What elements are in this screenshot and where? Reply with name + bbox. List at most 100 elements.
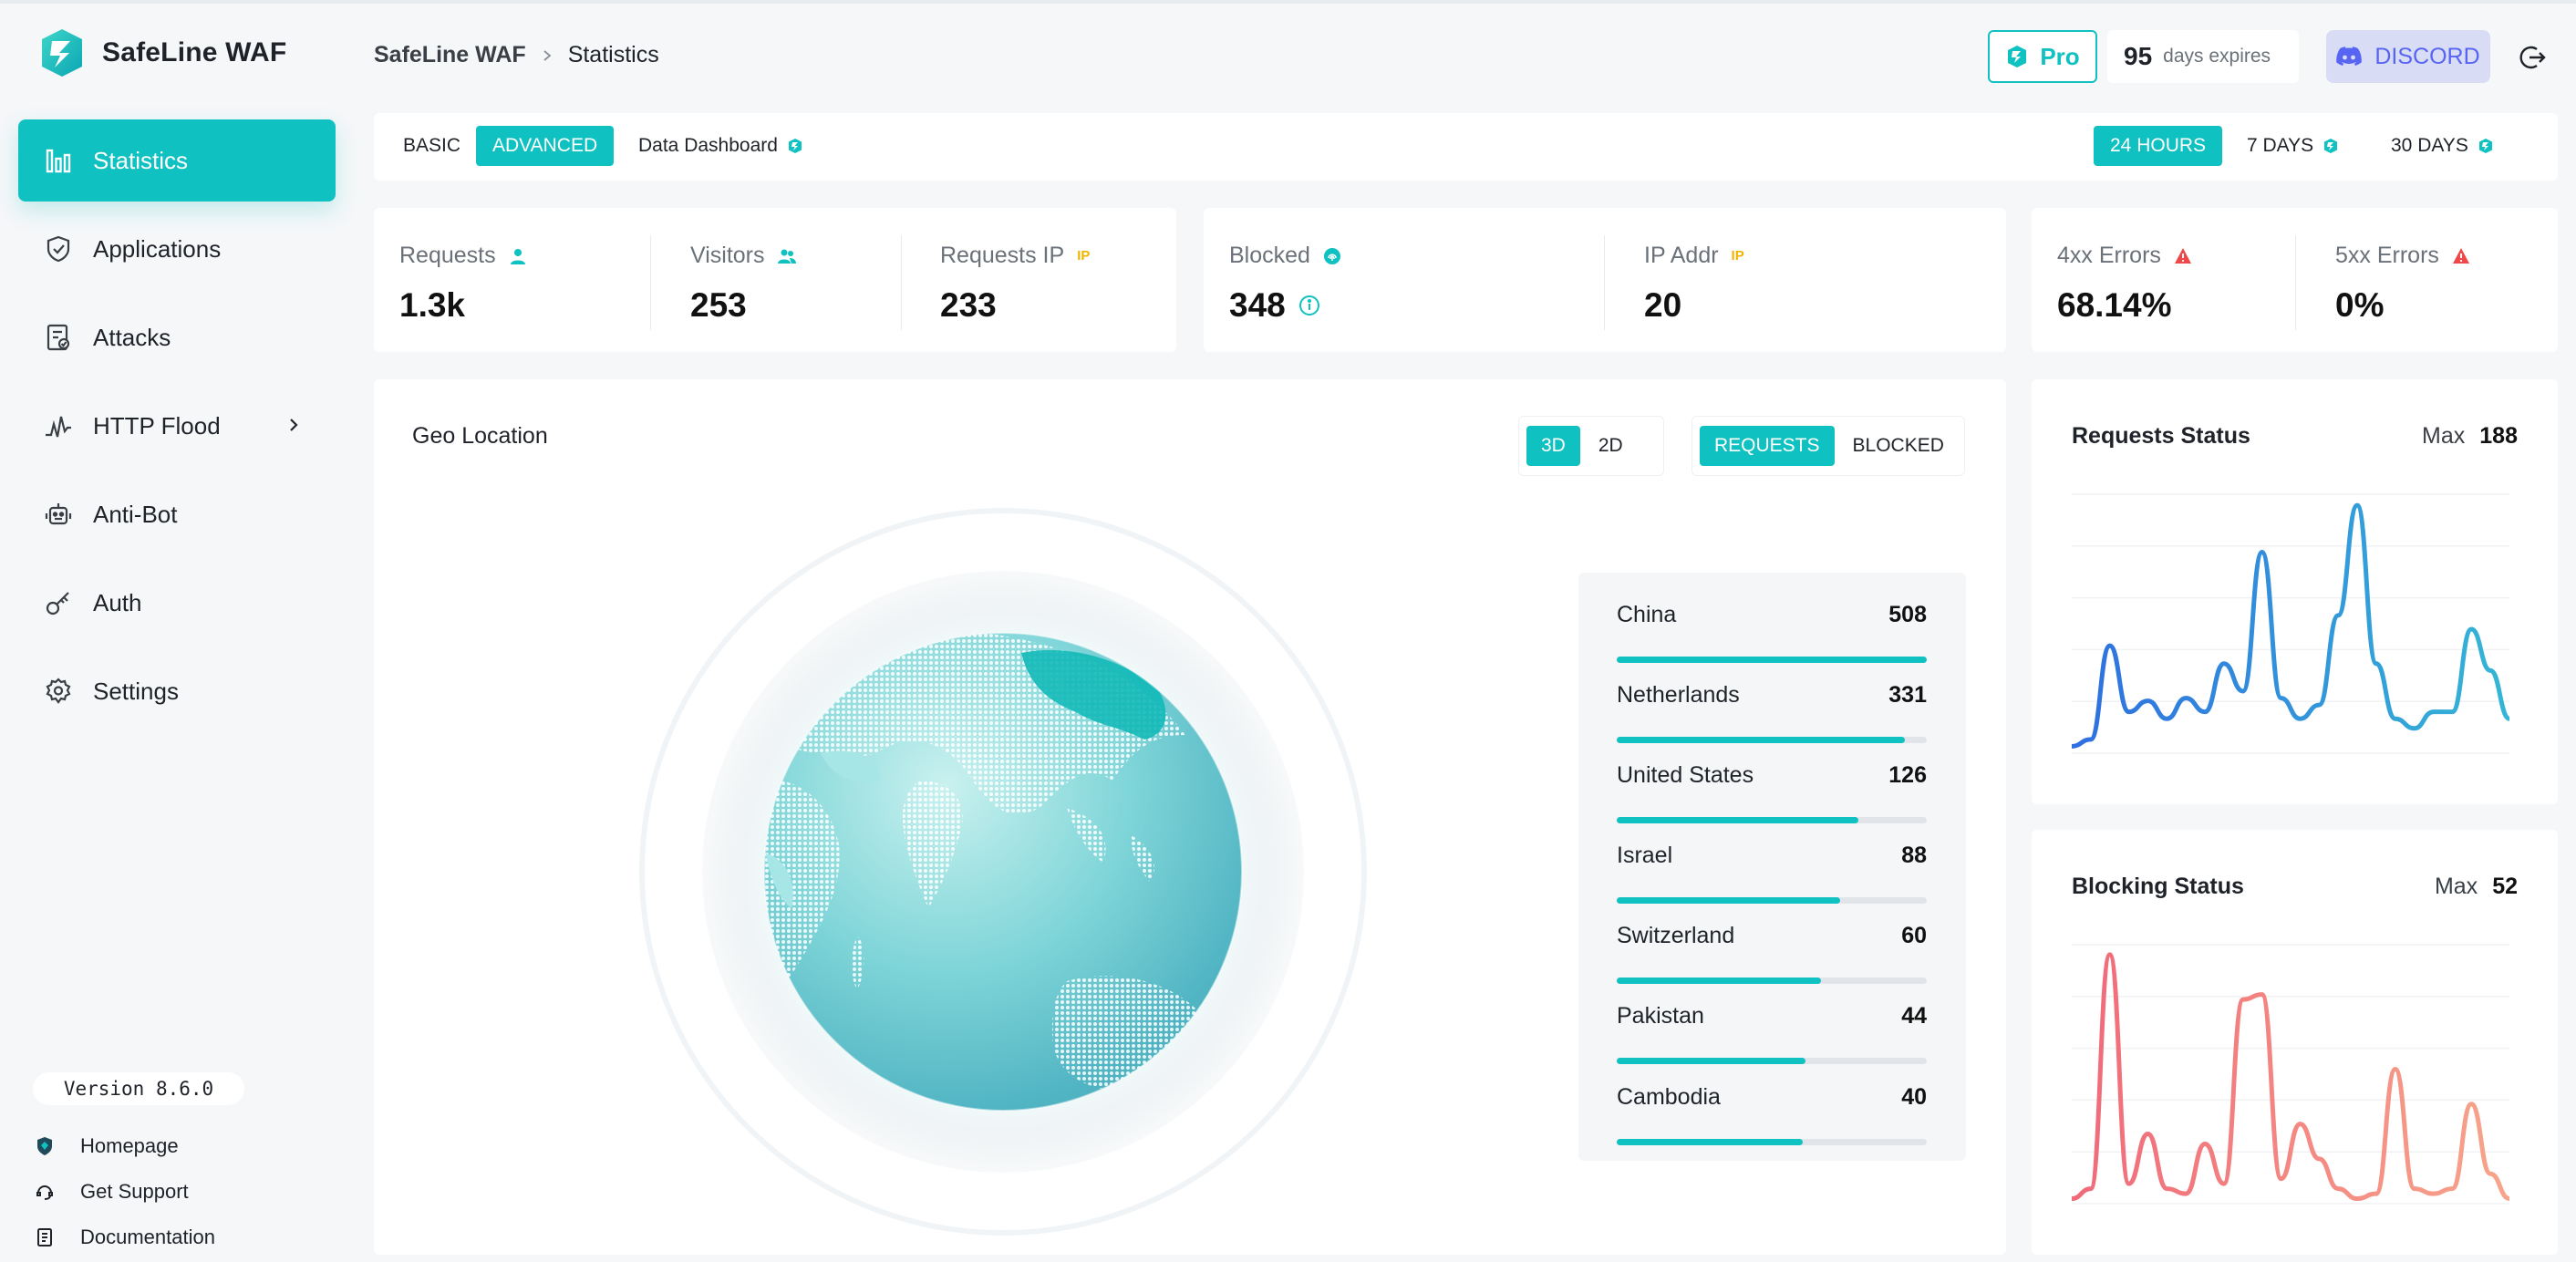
series-line	[2072, 502, 2509, 749]
days-count: 95	[2124, 42, 2153, 70]
pro-badge[interactable]: Pro	[1988, 30, 2097, 83]
data-point[interactable]	[2466, 1099, 2477, 1110]
data-point[interactable]	[2257, 546, 2268, 557]
data-point[interactable]	[2333, 610, 2343, 621]
documentation-link[interactable]: Documentation	[35, 1215, 215, 1260]
stat-label: Blocked	[1229, 243, 1341, 269]
sidebar-item-settings[interactable]: Settings	[18, 650, 336, 732]
country-name: Israel	[1617, 843, 1673, 868]
data-point[interactable]	[2276, 1174, 2287, 1184]
data-point[interactable]	[2313, 699, 2324, 710]
data-point[interactable]	[2105, 640, 2116, 651]
data-point[interactable]	[2238, 994, 2249, 1005]
data-point[interactable]	[2199, 1138, 2210, 1149]
data-point[interactable]	[2352, 500, 2363, 511]
data-point[interactable]	[2409, 723, 2420, 734]
logout-icon[interactable]	[2517, 42, 2548, 73]
data-point[interactable]	[2294, 1119, 2305, 1130]
sidebar-item-http-flood[interactable]: HTTP Flood	[18, 385, 336, 467]
data-point[interactable]	[2142, 696, 2153, 707]
country-name: Pakistan	[1617, 1003, 1704, 1029]
data-point[interactable]	[2124, 1178, 2135, 1189]
range-30-days[interactable]: 30 DAYS	[2374, 126, 2510, 166]
data-point[interactable]	[2390, 713, 2401, 724]
range-7-days[interactable]: 7 DAYS	[2230, 126, 2355, 166]
data-point[interactable]	[2352, 1194, 2363, 1205]
country-row[interactable]: Switzerland 60	[1617, 905, 1927, 985]
data-point[interactable]	[2447, 1184, 2457, 1195]
data-point[interactable]	[2219, 658, 2229, 669]
homepage-link[interactable]: Homepage	[35, 1123, 215, 1169]
country-row[interactable]: Pakistan 44	[1617, 985, 1927, 1065]
data-point[interactable]	[2219, 1178, 2229, 1189]
country-bar-fill	[1617, 737, 1906, 743]
sidebar-item-label: Settings	[93, 677, 179, 705]
data-point[interactable]	[2085, 1184, 2096, 1195]
data-point[interactable]	[2161, 713, 2172, 724]
country-row[interactable]: Cambodia 40	[1617, 1066, 1927, 1146]
data-point[interactable]	[2428, 707, 2439, 718]
sidebar-item-applications[interactable]: Applications	[18, 208, 336, 290]
requests-status-max: Max 188	[2422, 423, 2518, 450]
country-name: China	[1617, 602, 1677, 627]
data-point[interactable]	[2485, 665, 2496, 676]
stat-label: 4xx Errors	[2057, 243, 2192, 269]
data-point[interactable]	[2294, 713, 2305, 724]
blocking-status-chart[interactable]	[2072, 934, 2509, 1226]
discord-button[interactable]: DISCORD	[2326, 30, 2490, 83]
data-point[interactable]	[2085, 734, 2096, 745]
country-count: 331	[1888, 682, 1927, 708]
metric-requests-button[interactable]: REQUESTS	[1700, 426, 1835, 466]
sidebar-item-auth[interactable]: Auth	[18, 562, 336, 644]
data-point[interactable]	[2447, 707, 2457, 718]
view-2d-button[interactable]: 2D	[1584, 426, 1638, 466]
data-point[interactable]	[2199, 707, 2210, 718]
data-point[interactable]	[2072, 1194, 2077, 1205]
data-point[interactable]	[2161, 1184, 2172, 1195]
sidebar-footer-links: Homepage Get Support Documentation	[35, 1123, 215, 1260]
metric-blocked-button[interactable]: BLOCKED	[1838, 426, 1959, 466]
data-point[interactable]	[2276, 693, 2287, 704]
tab-basic[interactable]: BASIC	[387, 126, 477, 166]
stat-value: 233	[940, 286, 997, 324]
data-point[interactable]	[2371, 1188, 2382, 1199]
geo-globe[interactable]	[638, 507, 1368, 1236]
country-row[interactable]: Israel 88	[1617, 824, 1927, 905]
sidebar-item-label: HTTP Flood	[93, 411, 221, 440]
stat-divider	[650, 235, 651, 330]
support-link[interactable]: Get Support	[35, 1169, 215, 1215]
data-point[interactable]	[2313, 1153, 2324, 1164]
country-row[interactable]: United States 126	[1617, 744, 1927, 824]
data-point[interactable]	[2390, 1064, 2401, 1075]
data-point[interactable]	[2409, 1184, 2420, 1195]
app-logo[interactable]: SafeLine WAF	[36, 27, 286, 78]
sidebar-item-anti-bot[interactable]: Anti-Bot	[18, 473, 336, 555]
requests-status-chart[interactable]	[2072, 483, 2509, 775]
data-point[interactable]	[2257, 989, 2268, 1000]
tab-data-dashboard[interactable]: Data Dashboard	[622, 126, 820, 166]
pro-feature-icon	[2324, 139, 2338, 153]
info-icon[interactable]	[1298, 295, 1320, 316]
country-row[interactable]: Netherlands 331	[1617, 664, 1927, 744]
data-point[interactable]	[2180, 693, 2191, 704]
data-point[interactable]	[2142, 1129, 2153, 1140]
view-3d-button[interactable]: 3D	[1526, 426, 1580, 466]
data-point[interactable]	[2466, 624, 2477, 635]
data-point[interactable]	[2371, 658, 2382, 669]
tab-advanced[interactable]: ADVANCED	[476, 126, 615, 166]
data-point[interactable]	[2485, 1168, 2496, 1179]
stat-divider	[901, 235, 902, 330]
data-point[interactable]	[2180, 1188, 2191, 1199]
data-point[interactable]	[2333, 1184, 2343, 1195]
breadcrumb-root[interactable]: SafeLine WAF	[374, 42, 526, 68]
data-point[interactable]	[2072, 740, 2077, 751]
data-point[interactable]	[2124, 707, 2135, 718]
sidebar-item-attacks[interactable]: Attacks	[18, 296, 336, 378]
sidebar-item-statistics[interactable]: Statistics	[18, 119, 336, 202]
range-24-hours[interactable]: 24 HOURS	[2094, 126, 2223, 166]
country-count: 60	[1901, 923, 1927, 948]
country-row[interactable]: China 508	[1617, 584, 1927, 664]
data-point[interactable]	[2428, 1188, 2439, 1199]
data-point[interactable]	[2105, 949, 2116, 960]
data-point[interactable]	[2238, 686, 2249, 697]
